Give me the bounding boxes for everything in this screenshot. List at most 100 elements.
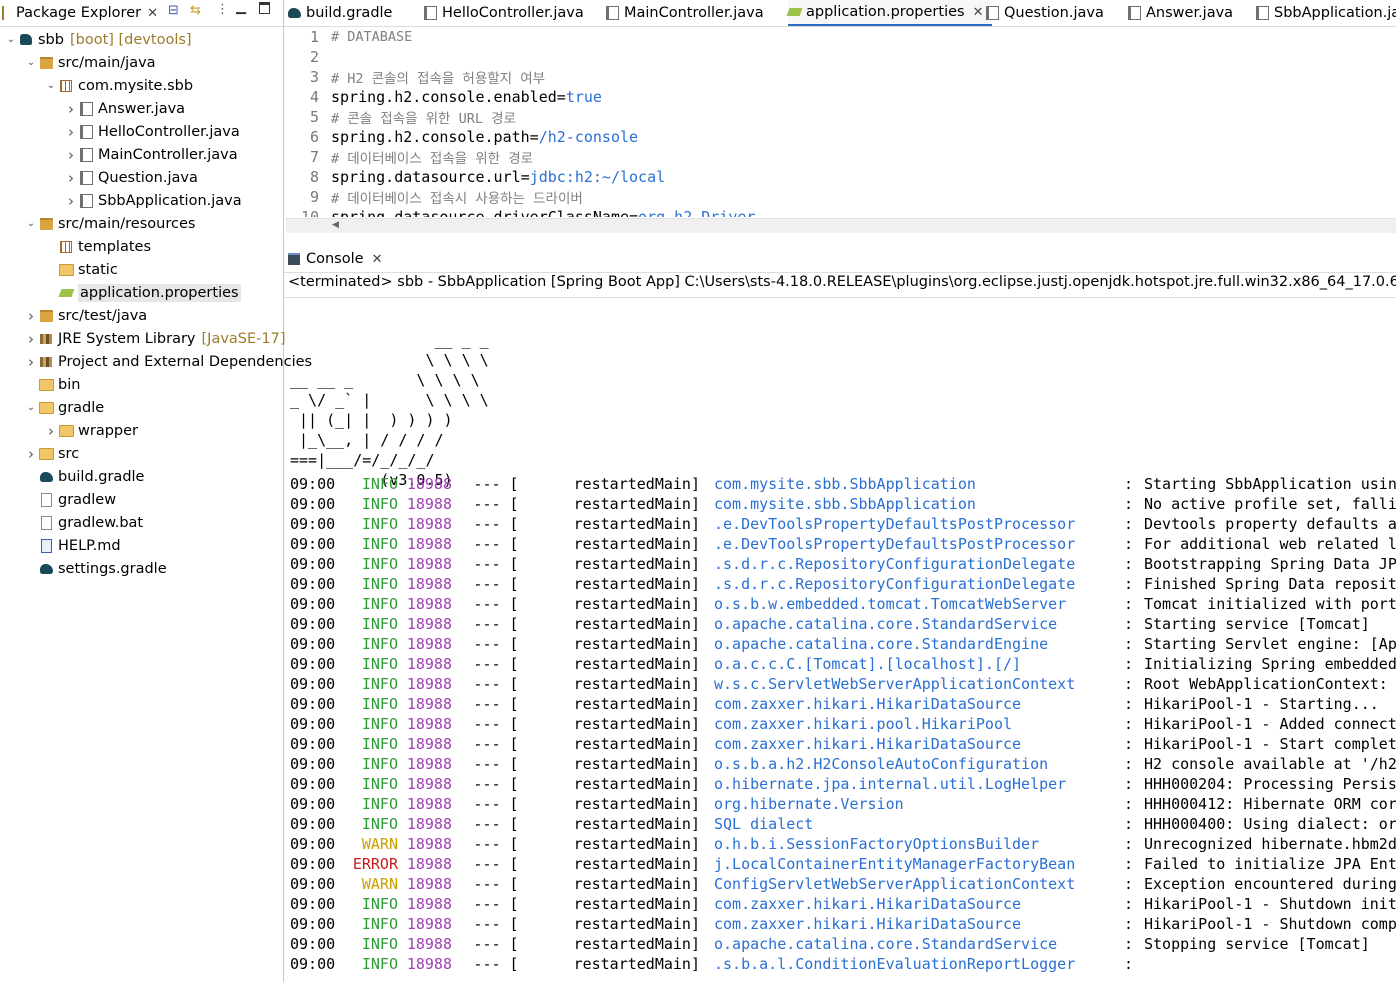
editor-line[interactable]: 6 spring.h2.console.path=/h2-console [286, 127, 638, 147]
tree-item[interactable]: bin [24, 373, 80, 396]
editor-line[interactable]: 9 # 데이터베이스 접속시 사용하는 드라이버 [286, 187, 583, 207]
log-colon: : [1124, 715, 1134, 733]
tree-item[interactable]: › MainController.java [64, 143, 238, 166]
log-logger-link[interactable]: com.zaxxer.hikari.HikariDataSource [714, 895, 1124, 915]
editor-line[interactable]: 4 spring.h2.console.enabled= true [286, 87, 602, 107]
editor-tab[interactable]: SbbApplication.java [1256, 0, 1396, 26]
chevron-right-icon[interactable]: › [64, 146, 78, 164]
chevron-right-icon[interactable]: › [24, 353, 38, 371]
tree-item[interactable]: ⌄ sbb [boot] [devtools] [4, 28, 192, 51]
close-icon[interactable]: ✕ [147, 6, 158, 21]
tree-item[interactable]: ⌄ gradle [24, 396, 104, 419]
chevron-right-icon[interactable]: › [64, 192, 78, 210]
editor-horizontal-scrollbar[interactable]: ◀ [286, 218, 1396, 233]
log-logger-link[interactable]: com.zaxxer.hikari.HikariDataSource [714, 735, 1124, 755]
tree-item[interactable]: › Answer.java [64, 97, 185, 120]
log-logger-link[interactable]: o.hibernate.jpa.internal.util.LogHelper [714, 775, 1124, 795]
tree-item[interactable]: settings.gradle [24, 557, 167, 580]
log-logger-link[interactable]: com.zaxxer.hikari.pool.HikariPool [714, 715, 1124, 735]
tree-item[interactable]: › JRE System Library [JavaSE-17] [24, 327, 286, 350]
editor-tab[interactable]: Question.java [986, 0, 1112, 26]
tree-item[interactable]: static [44, 258, 118, 281]
tree-item[interactable]: ⌄ src/main/resources [24, 212, 196, 235]
tree-item[interactable]: templates [44, 235, 151, 258]
log-logger-link[interactable]: com.mysite.sbb.SbbApplication [714, 495, 1124, 515]
editor-line[interactable]: 10 spring.datasource.driverClassName= org.… [286, 207, 756, 217]
log-logger-link[interactable]: o.apache.catalina.core.StandardEngine [714, 635, 1124, 655]
minimize-icon[interactable]: ▁ [236, 0, 246, 15]
tree-item[interactable]: gradlew [24, 488, 116, 511]
log-logger-link[interactable]: w.s.c.ServletWebServerApplicationContext [714, 675, 1124, 695]
editor-tab-label: application.properties [806, 4, 965, 20]
chevron-down-icon[interactable]: ⌄ [4, 34, 18, 45]
editor-line[interactable]: 2 [286, 47, 331, 67]
chevron-down-icon[interactable]: ⌄ [24, 402, 38, 413]
log-logger-link[interactable]: org.hibernate.Version [714, 795, 1124, 815]
editor-tab[interactable]: application.properties ✕ [786, 0, 992, 26]
log-logger-link[interactable]: ConfigServletWebServerApplicationContext [714, 875, 1124, 895]
tab-console[interactable]: Console ✕ [288, 246, 382, 272]
tree-item[interactable]: › wrapper [44, 419, 138, 442]
log-logger-link[interactable]: o.a.c.c.C.[Tomcat].[localhost].[/] [714, 655, 1124, 675]
collapse-all-icon[interactable]: ⊟ [168, 3, 179, 18]
chevron-right-icon[interactable]: › [44, 422, 58, 440]
editor-tab[interactable]: build.gradle [288, 0, 400, 26]
chevron-down-icon[interactable]: ⌄ [24, 218, 38, 229]
tree-item[interactable]: › src/test/java [24, 304, 147, 327]
log-logger-link[interactable]: j.LocalContainerEntityManagerFactoryBean [714, 855, 1124, 875]
tree-item[interactable]: HELP.md [24, 534, 121, 557]
tree-item[interactable]: ⌄ src/main/java [24, 51, 156, 74]
log-logger-link[interactable]: o.s.b.a.h2.H2ConsoleAutoConfiguration [714, 755, 1124, 775]
properties-editor[interactable]: 1 # DATABASE 2 3 # H2 콘솔의 접속을 허용할지 여부 4 spring… [286, 27, 1396, 217]
console-output[interactable]: __ _ _ \ \ \ \ __ __ _ \ \ \ \ _ \/ _` |… [290, 300, 1396, 982]
chevron-right-icon[interactable]: › [24, 330, 38, 348]
editor-tab[interactable]: HelloController.java [424, 0, 592, 26]
log-logger-link[interactable]: o.apache.catalina.core.StandardService [714, 615, 1124, 635]
log-logger-link[interactable]: o.h.b.i.SessionFactoryOptionsBuilder [714, 835, 1124, 855]
log-pid: 18988 [406, 655, 452, 673]
log-logger-link[interactable]: SQL dialect [714, 815, 1124, 835]
log-logger-link[interactable]: com.mysite.sbb.SbbApplication [714, 475, 1124, 495]
log-logger-link[interactable]: .s.d.r.c.RepositoryConfigurationDelegate [714, 575, 1124, 595]
tree-item-label: src/main/java [58, 54, 156, 71]
log-logger-link[interactable]: com.zaxxer.hikari.HikariDataSource [714, 695, 1124, 715]
tab-package-explorer[interactable]: Package Explorer ✕ [0, 0, 158, 26]
view-menu-icon[interactable]: ⋮ [216, 2, 229, 17]
tree-item[interactable]: › src [24, 442, 79, 465]
tree-item[interactable]: application.properties [44, 281, 241, 304]
editor-line[interactable]: 7 # 데이터베이스 접속을 위한 경로 [286, 147, 533, 167]
tree-item[interactable]: › Question.java [64, 166, 198, 189]
editor-line[interactable]: 5 # 콘솔 접속을 위한 URL 경로 [286, 107, 516, 127]
log-logger-link[interactable]: .s.b.a.l.ConditionEvaluationReportLogger [714, 955, 1124, 975]
log-logger-link[interactable]: .s.d.r.c.RepositoryConfigurationDelegate [714, 555, 1124, 575]
editor-tab[interactable]: Answer.java [1128, 0, 1241, 26]
log-logger-link[interactable]: .e.DevToolsPropertyDefaultsPostProcessor [714, 535, 1124, 555]
chevron-right-icon[interactable]: › [64, 100, 78, 118]
close-icon[interactable]: ✕ [372, 252, 383, 267]
tree-item[interactable]: › SbbApplication.java [64, 189, 242, 212]
chevron-right-icon[interactable]: › [64, 169, 78, 187]
editor-line[interactable]: 8 spring.datasource.url= jdbc:h2:~/local [286, 167, 665, 187]
chevron-down-icon[interactable]: ⌄ [24, 57, 38, 68]
tree-item[interactable]: ⌄ com.mysite.sbb [44, 74, 193, 97]
close-icon[interactable]: ✕ [973, 5, 984, 20]
log-gap [700, 595, 714, 615]
log-logger-link[interactable]: .e.DevToolsPropertyDefaultsPostProcessor [714, 515, 1124, 535]
log-logger-link[interactable]: com.zaxxer.hikari.HikariDataSource [714, 915, 1124, 935]
chevron-right-icon[interactable]: › [64, 123, 78, 141]
tree-item[interactable]: gradlew.bat [24, 511, 143, 534]
chevron-down-icon[interactable]: ⌄ [44, 80, 58, 91]
tree-item[interactable]: › Project and External Dependencies [24, 350, 312, 373]
editor-tab[interactable]: MainController.java [606, 0, 772, 26]
maximize-icon[interactable] [259, 2, 270, 14]
log-logger-link[interactable]: o.apache.catalina.core.StandardService [714, 935, 1124, 955]
editor-line[interactable]: 1 # DATABASE [286, 27, 412, 47]
chevron-right-icon[interactable]: › [24, 445, 38, 463]
link-with-editor-icon[interactable]: ⇆ [190, 3, 201, 18]
tree-item[interactable]: › HelloController.java [64, 120, 240, 143]
tree-item[interactable]: build.gradle [24, 465, 144, 488]
scroll-left-icon[interactable]: ◀ [332, 220, 339, 230]
editor-line[interactable]: 3 # H2 콘솔의 접속을 허용할지 여부 [286, 67, 545, 87]
chevron-right-icon[interactable]: › [24, 307, 38, 325]
log-logger-link[interactable]: o.s.b.w.embedded.tomcat.TomcatWebServer [714, 595, 1124, 615]
